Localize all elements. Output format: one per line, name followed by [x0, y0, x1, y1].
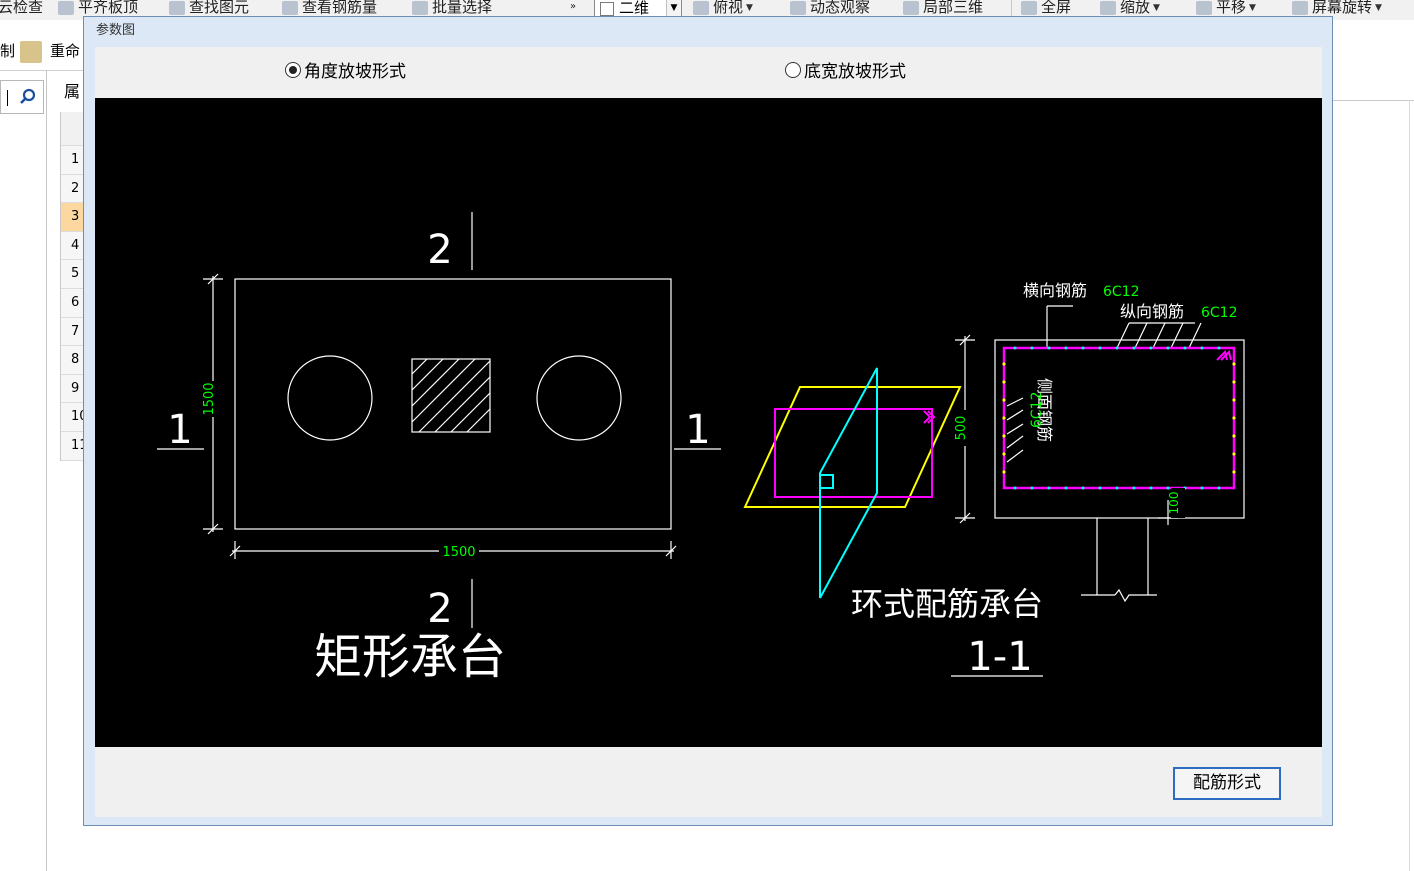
side-rebar-value: 6C12	[1029, 392, 1045, 429]
cut-marker-left: 1	[167, 407, 192, 453]
fullscreen-icon	[1021, 0, 1037, 15]
longitudinal-rebar-value: 6C12	[1201, 305, 1238, 321]
copy-button[interactable]: 制	[0, 40, 15, 61]
transverse-rebar-value: 6C12	[1103, 284, 1140, 300]
orbit-icon	[790, 0, 806, 15]
rebar-form-button[interactable]: 配筋形式	[1173, 767, 1281, 800]
rebar-icon	[282, 0, 298, 15]
dim-width-label: 1500	[442, 545, 475, 560]
cut-marker-top: 2	[427, 227, 452, 273]
panel-divider	[1409, 100, 1410, 871]
transverse-rebar-label: 横向钢筋	[1023, 281, 1087, 300]
align-icon	[58, 0, 74, 15]
panel-divider	[46, 70, 47, 871]
longitudinal-rebar-label: 纵向钢筋	[1120, 302, 1184, 321]
ring-rebar-3d	[743, 367, 962, 599]
rename-button[interactable]: 重命	[50, 40, 80, 61]
section-label: 1-1	[967, 634, 1032, 680]
parameter-diagram-dialog: 参数图 角度放坡形式 底宽放坡形式 1500 1500 1 1 2 2 矩形承台…	[83, 16, 1333, 826]
cap-outline	[234, 278, 672, 530]
cad-drawing: 1500 1500 1 1 2 2 矩形承台 环式配筋承台 500 100 横向…	[157, 212, 1245, 685]
magenta-ring	[774, 408, 933, 498]
diagram-canvas: 1500 1500 1 1 2 2 矩形承台 环式配筋承台 500 100 横向…	[95, 98, 1322, 747]
property-header-label: 属	[64, 82, 81, 101]
dim-100-label: 100	[1167, 492, 1181, 515]
cyan-plane	[819, 367, 878, 599]
panel-divider	[1332, 100, 1414, 101]
dim-section-height-label: 500	[954, 416, 969, 441]
text-caret	[7, 90, 8, 106]
rect-pile-cap-plan	[157, 212, 721, 628]
find-icon	[169, 0, 185, 15]
chevron-down-icon: ▼	[1375, 2, 1382, 13]
zoom-icon	[1100, 0, 1116, 15]
section-1-1	[955, 305, 1245, 603]
search-input[interactable]	[0, 80, 44, 114]
section-outline	[994, 339, 1245, 519]
rename-icon	[20, 41, 42, 63]
yellow-plane	[743, 386, 962, 508]
radio-angle-slope[interactable]: 角度放坡形式	[285, 62, 406, 82]
cut-marker-bottom: 2	[427, 586, 452, 632]
rotate-icon	[1292, 0, 1308, 15]
dialog-body: 角度放坡形式 底宽放坡形式 1500 1500 1 1 2 2 矩形承台 环式配…	[95, 47, 1322, 817]
local-3d-icon	[903, 0, 919, 15]
batch-icon	[412, 0, 428, 15]
pile-circle-right	[536, 355, 622, 441]
search-icon[interactable]	[19, 88, 37, 106]
cloud-check-button[interactable]: 云检查	[0, 0, 43, 18]
dialog-title: 参数图	[96, 23, 136, 38]
radio-width-slope[interactable]: 底宽放坡形式	[785, 62, 906, 82]
radio-width-slope-label: 底宽放坡形式	[804, 62, 906, 82]
rect-cap-title: 矩形承台	[314, 629, 506, 685]
pile-circle-left	[287, 355, 373, 441]
top-view-icon	[693, 0, 709, 15]
view-mode-icon	[600, 2, 614, 16]
radio-angle-slope-label: 角度放坡形式	[304, 62, 406, 82]
secondary-toolbar: 制 重命	[0, 34, 90, 70]
radio-unchecked-icon	[785, 62, 801, 78]
pan-icon	[1196, 0, 1212, 15]
dim-height-label: 1500	[202, 382, 217, 415]
toolbar-divider	[0, 70, 84, 71]
ring-cap-title: 环式配筋承台	[851, 585, 1043, 623]
radio-checked-icon	[285, 62, 301, 78]
cut-marker-right: 1	[685, 407, 710, 453]
